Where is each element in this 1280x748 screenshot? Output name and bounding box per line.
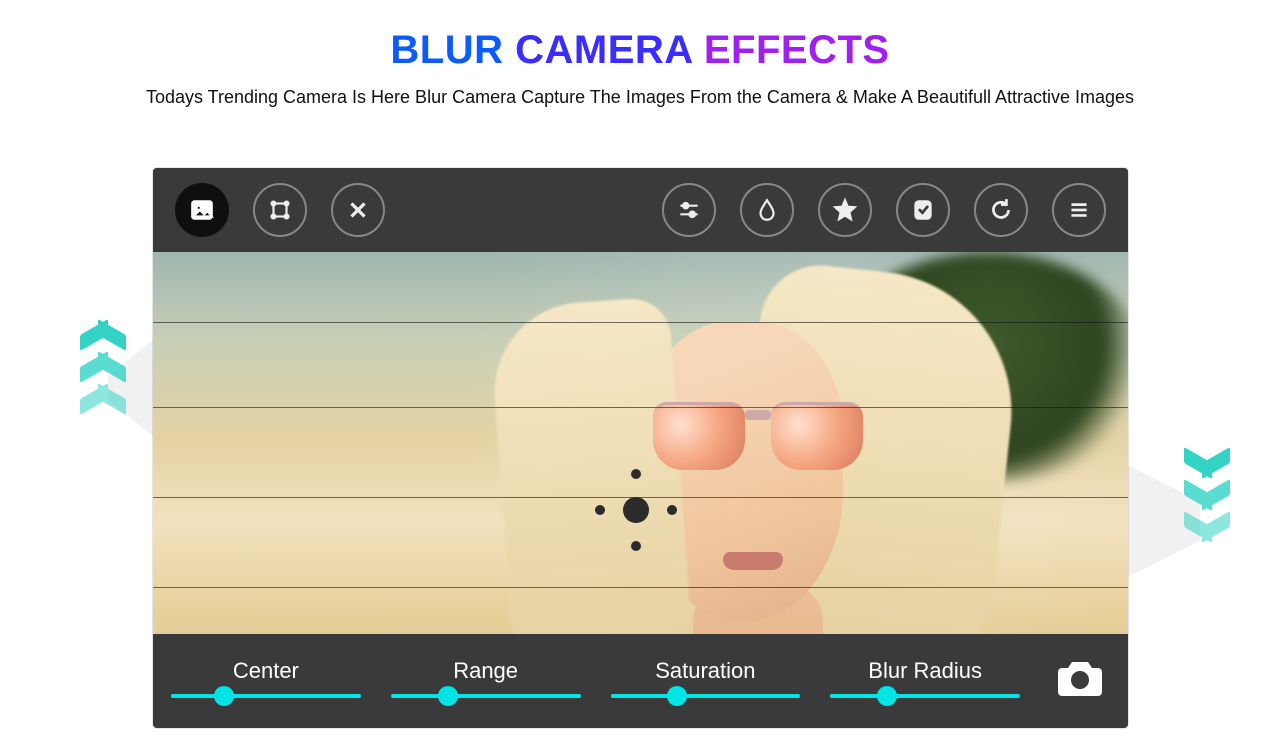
- crop-button[interactable]: [253, 183, 307, 237]
- sliders-icon: [676, 197, 702, 223]
- title-word-1: BLUR: [390, 28, 503, 72]
- save-icon: [910, 197, 936, 223]
- slider-blur-radius-track[interactable]: [830, 694, 1020, 698]
- slider-range[interactable]: Range: [391, 658, 581, 698]
- slider-blur-radius-thumb[interactable]: [877, 686, 897, 706]
- menu-icon: [1066, 197, 1092, 223]
- slider-center[interactable]: Center: [171, 658, 361, 698]
- slider-center-label: Center: [233, 658, 299, 684]
- menu-button[interactable]: [1052, 183, 1106, 237]
- slider-range-label: Range: [453, 658, 518, 684]
- gallery-button[interactable]: [175, 183, 229, 237]
- slider-center-thumb[interactable]: [214, 686, 234, 706]
- slider-range-thumb[interactable]: [438, 686, 458, 706]
- slider-saturation-thumb[interactable]: [667, 686, 687, 706]
- droplet-icon: [754, 197, 780, 223]
- app-frame: Center Range Saturation Blur Radius: [153, 168, 1128, 728]
- refresh-icon: [988, 197, 1014, 223]
- title-word-3: EFFECTS: [704, 28, 890, 72]
- slider-saturation[interactable]: Saturation: [611, 658, 801, 698]
- close-button[interactable]: [331, 183, 385, 237]
- blur-button[interactable]: [740, 183, 794, 237]
- page-title: BLUR CAMERA EFFECTS: [0, 28, 1280, 73]
- slider-blur-radius[interactable]: Blur Radius: [830, 658, 1020, 698]
- gallery-icon: [189, 197, 215, 223]
- bottom-controls: Center Range Saturation Blur Radius: [153, 634, 1128, 728]
- close-icon: [345, 197, 371, 223]
- title-word-2: CAMERA: [515, 28, 692, 72]
- adjust-button[interactable]: [662, 183, 716, 237]
- reset-button[interactable]: [974, 183, 1028, 237]
- top-toolbar: [153, 168, 1128, 252]
- slider-saturation-track[interactable]: [611, 694, 801, 698]
- capture-button[interactable]: [1050, 648, 1110, 708]
- save-button[interactable]: [896, 183, 950, 237]
- slider-range-track[interactable]: [391, 694, 581, 698]
- camera-icon: [1056, 658, 1104, 698]
- crop-icon: [267, 197, 293, 223]
- page-subtitle: Todays Trending Camera Is Here Blur Came…: [0, 87, 1280, 108]
- slider-center-track[interactable]: [171, 694, 361, 698]
- favorite-button[interactable]: [818, 183, 872, 237]
- slider-saturation-label: Saturation: [655, 658, 755, 684]
- slider-blur-radius-label: Blur Radius: [868, 658, 982, 684]
- star-icon: [832, 197, 858, 223]
